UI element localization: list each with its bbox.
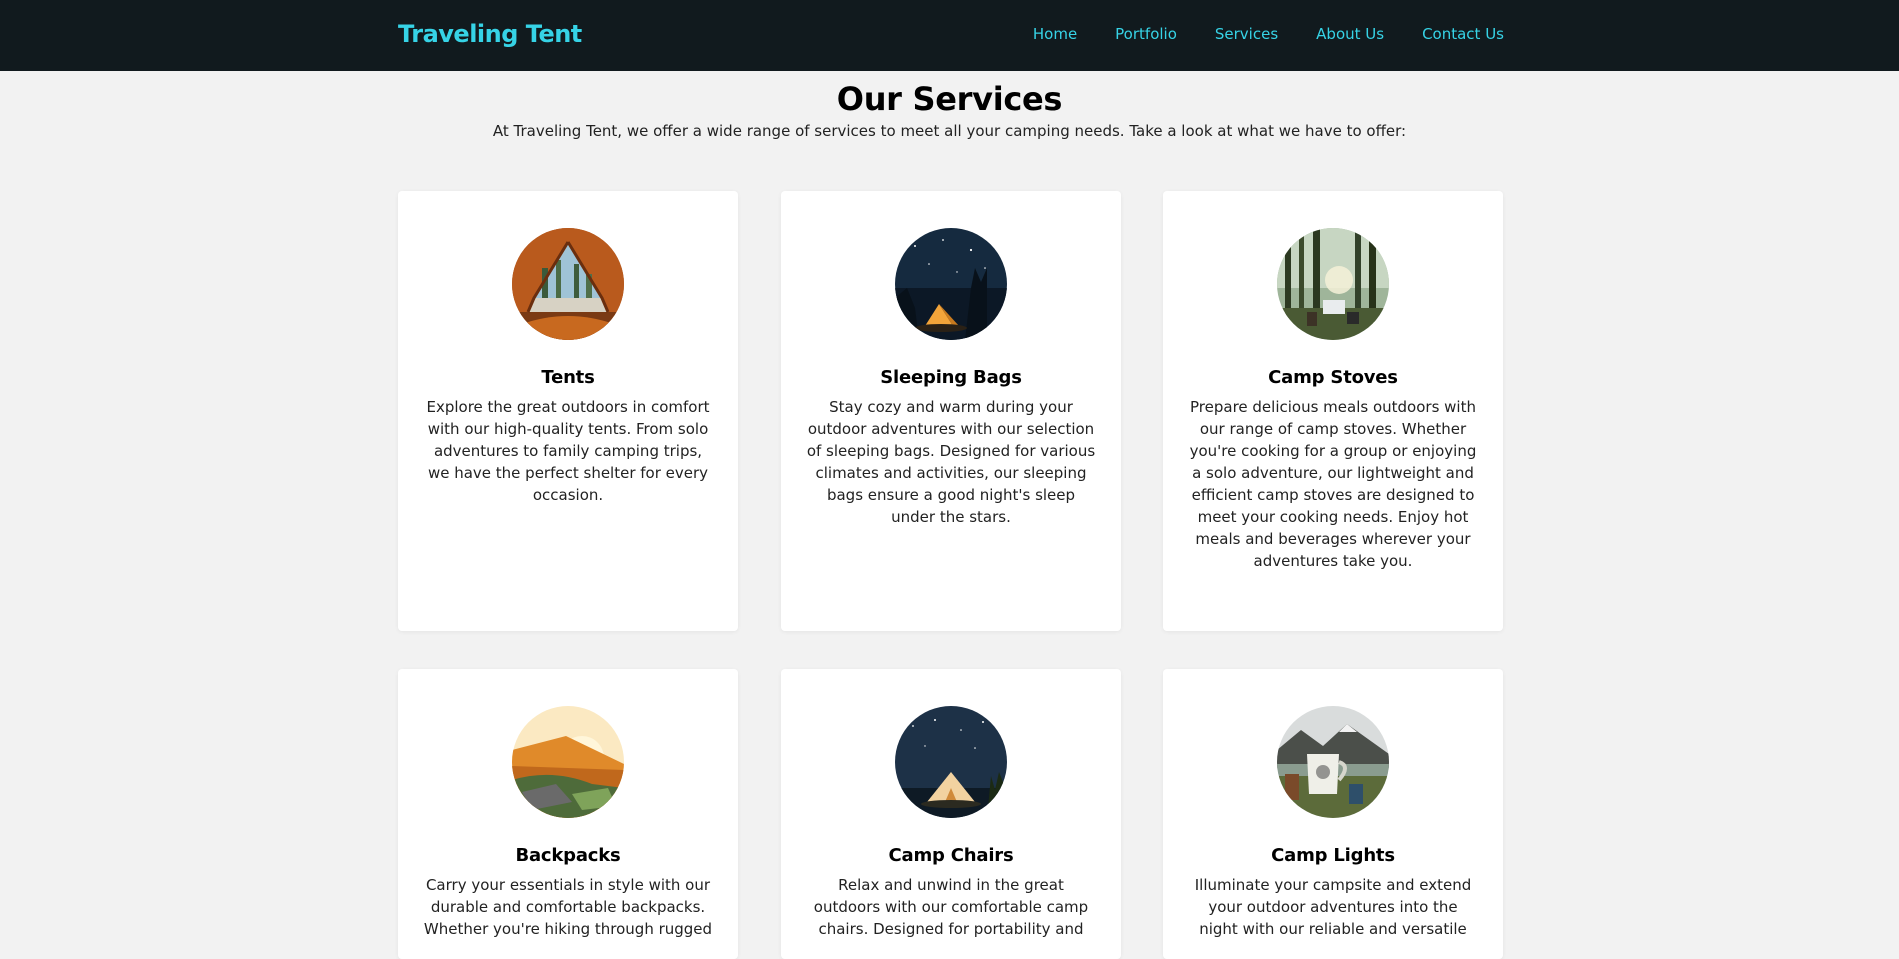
nav-link-home[interactable]: Home — [1033, 25, 1077, 43]
service-title: Camp Lights — [1271, 845, 1395, 866]
service-description: Relax and unwind in the great outdoors w… — [813, 876, 1089, 938]
nav-link-contact-us[interactable]: Contact Us — [1422, 25, 1504, 43]
service-card-sleeping-bags: Sleeping Bags Stay cozy and warm during … — [781, 191, 1121, 631]
service-description: Stay cozy and warm during your outdoor a… — [806, 398, 1096, 526]
nav-link-portfolio[interactable]: Portfolio — [1115, 25, 1177, 43]
nav-link-about-us[interactable]: About Us — [1316, 25, 1384, 43]
service-card-camp-chairs: Camp Chairs Relax and unwind in the grea… — [781, 669, 1121, 959]
service-card-backpacks: Backpacks Carry your essentials in style… — [398, 669, 738, 959]
service-card-tents: Tents Explore the great outdoors in comf… — [398, 191, 738, 631]
service-title: Camp Chairs — [888, 845, 1014, 866]
service-description: Illuminate your campsite and extend your… — [1194, 876, 1472, 938]
glowing-tent-night-photo — [895, 706, 1007, 818]
main-nav: Home Portfolio Services About Us Contact… — [0, 25, 1504, 43]
service-description: Carry your essentials in style with our … — [423, 876, 713, 938]
service-card-camp-lights: Camp Lights Illuminate your campsite and… — [1163, 669, 1503, 959]
page-intro: At Traveling Tent, we offer a wide range… — [492, 122, 1407, 140]
forest-campsite-photo — [1277, 228, 1389, 340]
service-title: Tents — [541, 367, 595, 388]
service-description: Explore the great outdoors in comfort wi… — [426, 398, 710, 504]
service-card-camp-stoves: Camp Stoves Prepare delicious meals outd… — [1163, 191, 1503, 631]
service-title: Camp Stoves — [1268, 367, 1398, 388]
sunset-tent-photo — [512, 706, 624, 818]
service-description: Prepare delicious meals outdoors with ou… — [1189, 398, 1477, 570]
top-navbar: Traveling Tent Home Portfolio Services A… — [0, 0, 1899, 71]
service-title: Sleeping Bags — [880, 367, 1022, 388]
camping-mug-mountains-photo — [1277, 706, 1389, 818]
service-title: Backpacks — [515, 845, 621, 866]
tent-interior-forest-photo — [512, 228, 624, 340]
tent-night-sky-photo — [895, 228, 1007, 340]
nav-link-services[interactable]: Services — [1215, 25, 1278, 43]
page-title: Our Services — [836, 80, 1063, 118]
